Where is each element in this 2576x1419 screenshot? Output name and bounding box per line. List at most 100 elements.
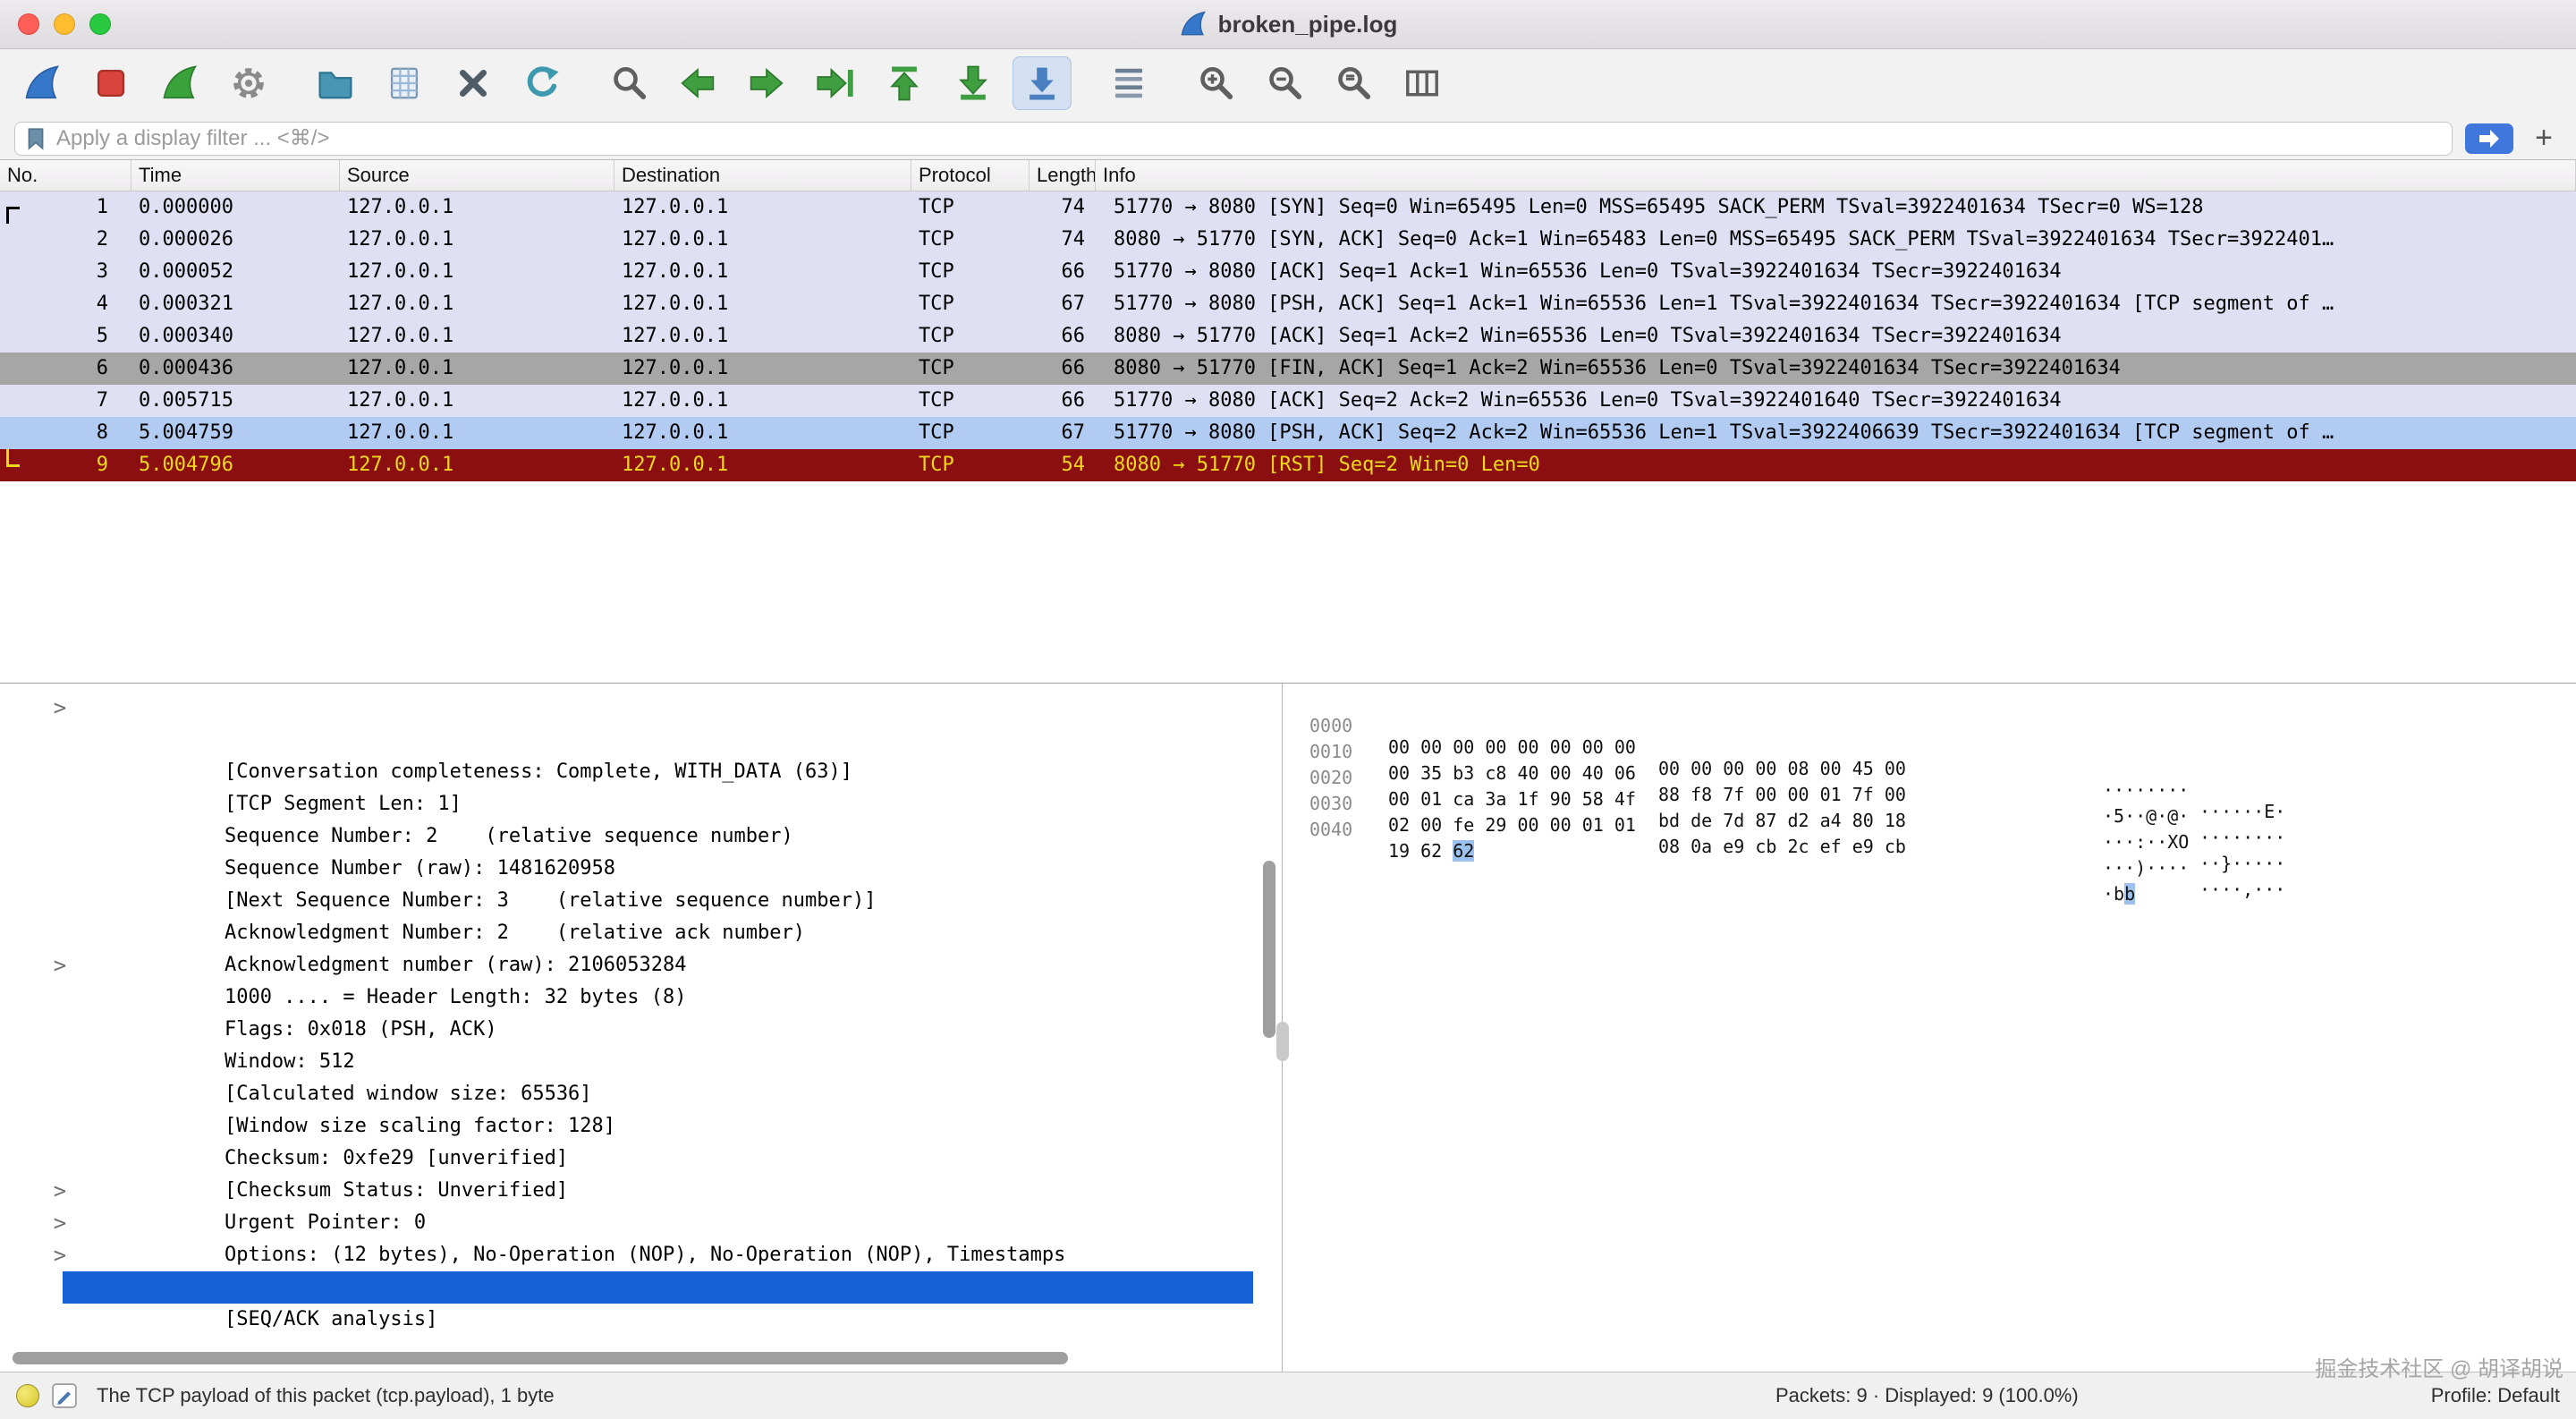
- colorize-button[interactable]: [1099, 56, 1158, 110]
- packet-no-cell: 3: [0, 256, 131, 288]
- detail-row[interactable]: > Flags: 0x018 (PSH, ACK): [0, 949, 1253, 981]
- hex-row[interactable]: 0020 00 01 ca 3a 1f 90 58 4f bd de 7d 87…: [1283, 745, 2576, 771]
- packet-length-cell: 66: [1030, 385, 1096, 417]
- stop-capture-button[interactable]: [81, 56, 140, 110]
- close-x-icon: [453, 64, 493, 103]
- detail-row[interactable]: > [Checksum Status: Unverified]: [0, 1110, 1253, 1143]
- detail-tree: > [Conversation completeness: Complete, …: [0, 692, 1253, 1336]
- close-window-button[interactable]: [18, 13, 39, 35]
- details-horizontal-scrollbar[interactable]: [2, 1351, 1246, 1366]
- zoom-reset-button[interactable]: [1324, 56, 1383, 110]
- packet-info-cell: 51770 → 8080 [PSH, ACK] Seq=1 Ack=1 Win=…: [1096, 288, 2576, 320]
- detail-row[interactable]: > Options: (12 bytes), No-Operation (NOP…: [0, 1175, 1253, 1207]
- add-filter-button[interactable]: +: [2526, 121, 2562, 157]
- column-header-destination[interactable]: Destination: [614, 160, 911, 191]
- hex-row[interactable]: 0030 02 00 fe 29 00 00 01 01 08 0a e9 cb…: [1283, 771, 2576, 797]
- capture-options-button[interactable]: [219, 56, 278, 110]
- detail-row[interactable]: > [SEQ/ACK analysis]: [0, 1239, 1253, 1271]
- open-file-button[interactable]: [306, 56, 365, 110]
- packet-no-cell: 6: [0, 353, 131, 385]
- auto-scroll-button[interactable]: [1013, 56, 1072, 110]
- profile-selector[interactable]: Profile: Default: [2431, 1384, 2560, 1407]
- detail-row[interactable]: > Urgent Pointer: 0: [0, 1143, 1253, 1175]
- traffic-lights: [18, 0, 111, 48]
- go-back-button[interactable]: [668, 56, 727, 110]
- detail-row[interactable]: > TCP payload (1 byte): [0, 1271, 1253, 1304]
- detail-row[interactable]: > Sequence Number: 2 (relative sequence …: [0, 756, 1253, 788]
- column-header-info[interactable]: Info: [1096, 160, 2576, 191]
- go-to-packet-button[interactable]: [806, 56, 865, 110]
- expand-chevron-icon[interactable]: >: [48, 1207, 72, 1239]
- packet-source-cell: 127.0.0.1: [340, 449, 614, 481]
- expand-chevron-icon[interactable]: >: [48, 692, 72, 724]
- hex-row[interactable]: 0000 00 00 00 00 00 00 00 00 00 00 00 00…: [1283, 693, 2576, 719]
- hex-row[interactable]: 0010 00 35 b3 c8 40 00 40 06 88 f8 7f 00…: [1283, 719, 2576, 745]
- packet-protocol-cell: TCP: [911, 353, 1030, 385]
- expand-chevron-icon[interactable]: >: [48, 1239, 72, 1271]
- packet-row[interactable]: 9 5.004796 127.0.0.1 127.0.0.1 TCP 54 80…: [0, 449, 2576, 481]
- detail-row[interactable]: > Acknowledgment Number: 2 (relative ack…: [0, 853, 1253, 885]
- go-first-packet-button[interactable]: [875, 56, 934, 110]
- maximize-window-button[interactable]: [89, 13, 111, 35]
- column-header-no[interactable]: No.: [0, 160, 131, 191]
- detail-row[interactable]: > TCP segment data (1 byte): [0, 1304, 1253, 1336]
- packet-row[interactable]: 6 0.000436 127.0.0.1 127.0.0.1 TCP 66 80…: [0, 353, 2576, 385]
- resize-columns-button[interactable]: [1393, 56, 1452, 110]
- column-header-length[interactable]: Length: [1030, 160, 1096, 191]
- packet-destination-cell: 127.0.0.1: [614, 385, 911, 417]
- go-forward-button[interactable]: [737, 56, 796, 110]
- detail-row[interactable]: > Window: 512: [0, 981, 1253, 1014]
- save-file-button[interactable]: [375, 56, 434, 110]
- expand-chevron-icon[interactable]: >: [48, 1175, 72, 1207]
- packet-row[interactable]: 8 5.004759 127.0.0.1 127.0.0.1 TCP 67 51…: [0, 417, 2576, 449]
- detail-row[interactable]: > Sequence Number (raw): 1481620958: [0, 788, 1253, 820]
- packet-row[interactable]: 7 0.005715 127.0.0.1 127.0.0.1 TCP 66 51…: [0, 385, 2576, 417]
- close-file-button[interactable]: [444, 56, 503, 110]
- packet-row[interactable]: 3 0.000052 127.0.0.1 127.0.0.1 TCP 66 51…: [0, 256, 2576, 288]
- detail-row[interactable]: > Acknowledgment number (raw): 210605328…: [0, 885, 1253, 917]
- detail-row[interactable]: > [Window size scaling factor: 128]: [0, 1046, 1253, 1078]
- packet-row[interactable]: 2 0.000026 127.0.0.1 127.0.0.1 TCP 74 80…: [0, 224, 2576, 256]
- packet-info-cell: 8080 → 51770 [SYN, ACK] Seq=0 Ack=1 Win=…: [1096, 224, 2576, 256]
- detail-row[interactable]: > Checksum: 0xfe29 [unverified]: [0, 1078, 1253, 1110]
- filter-bookmark-icon[interactable]: [26, 127, 46, 150]
- details-vertical-scrollbar[interactable]: [1259, 685, 1279, 1345]
- detail-row[interactable]: > [Calculated window size: 65536]: [0, 1014, 1253, 1046]
- wireshark-window: broken_pipe.log: [0, 0, 2576, 1419]
- detail-row[interactable]: > [TCP Segment Len: 1]: [0, 724, 1253, 756]
- packet-row[interactable]: 4 0.000321 127.0.0.1 127.0.0.1 TCP 67 51…: [0, 288, 2576, 320]
- gear-icon: [229, 64, 268, 103]
- capture-comment-icon[interactable]: [52, 1383, 77, 1408]
- zoom-in-button[interactable]: [1186, 56, 1245, 110]
- expert-info-icon[interactable]: [16, 1384, 39, 1407]
- expand-chevron-icon[interactable]: >: [48, 949, 72, 981]
- auto-scroll-icon: [1022, 64, 1062, 103]
- apply-filter-button[interactable]: [2465, 123, 2513, 154]
- minimize-window-button[interactable]: [54, 13, 75, 35]
- packet-destination-cell: 127.0.0.1: [614, 353, 911, 385]
- display-filter-field[interactable]: [14, 122, 2453, 156]
- display-filter-input[interactable]: [55, 125, 2441, 152]
- column-header-time[interactable]: Time: [131, 160, 340, 191]
- start-capture-button[interactable]: [13, 56, 72, 110]
- packet-row[interactable]: 5 0.000340 127.0.0.1 127.0.0.1 TCP 66 80…: [0, 320, 2576, 353]
- vertical-scroll-thumb[interactable]: [1263, 861, 1275, 1038]
- packet-source-cell: 127.0.0.1: [340, 353, 614, 385]
- packet-time-cell: 0.000000: [131, 191, 340, 224]
- hex-row[interactable]: 0040 19 62 62 ·bb: [1283, 797, 2576, 823]
- zoom-out-button[interactable]: [1255, 56, 1314, 110]
- go-last-packet-button[interactable]: [944, 56, 1003, 110]
- packet-row[interactable]: 1 0.000000 127.0.0.1 127.0.0.1 TCP 74 51…: [0, 191, 2576, 224]
- detail-row[interactable]: > 1000 .... = Header Length: 32 bytes (8…: [0, 917, 1253, 949]
- column-header-protocol[interactable]: Protocol: [911, 160, 1030, 191]
- detail-row[interactable]: > [Conversation completeness: Complete, …: [0, 692, 1253, 724]
- detail-row[interactable]: > [Timestamps]: [0, 1207, 1253, 1239]
- detail-row[interactable]: > [Next Sequence Number: 3 (relative seq…: [0, 820, 1253, 853]
- packet-list-header: No. Time Source Destination Protocol Len…: [0, 160, 2576, 191]
- find-packet-button[interactable]: [599, 56, 658, 110]
- restart-capture-button[interactable]: [150, 56, 209, 110]
- horizontal-scroll-thumb[interactable]: [13, 1352, 1068, 1364]
- reload-file-button[interactable]: [513, 56, 572, 110]
- main-toolbar: [0, 49, 2576, 117]
- column-header-source[interactable]: Source: [340, 160, 614, 191]
